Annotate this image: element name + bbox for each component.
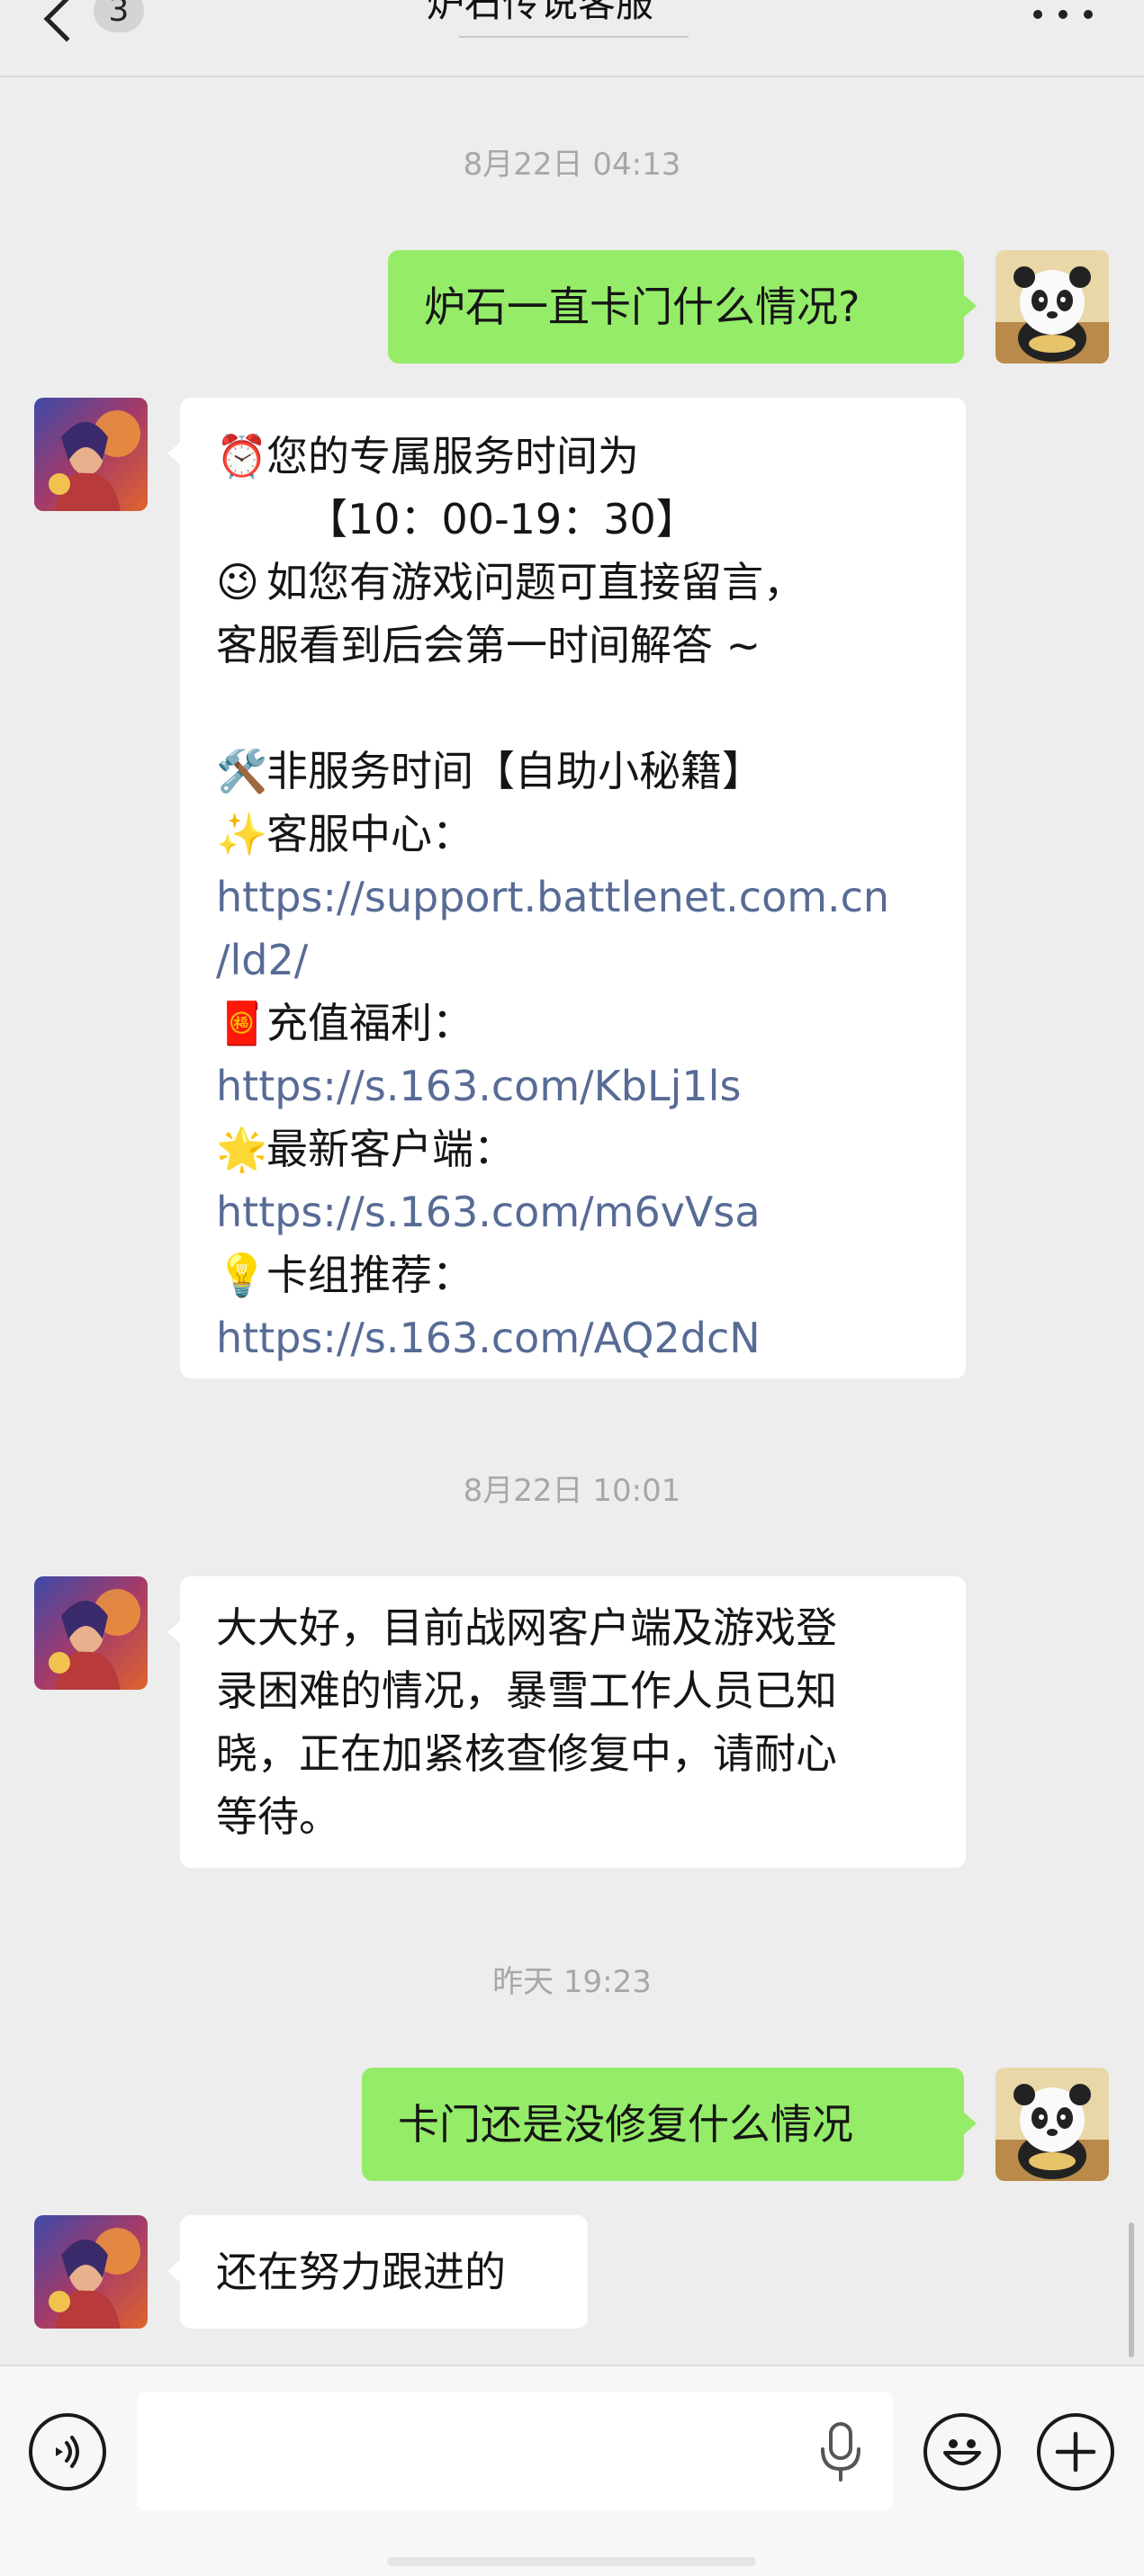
back-button[interactable]: 3 [36,0,162,49]
message-line: 大大好，目前战网客户端及游戏登 [216,1603,837,1652]
chat-screen: 3 炉石传说客服 8月22日 04:13 炉石一直卡门什么情况? ⏰您的专属服务… [0,0,1144,2576]
timestamp: 昨天 19:23 [492,1964,652,2000]
deck-recommendation-link[interactable]: https://s.163.com/AQ2dcN [216,1306,930,1369]
emoji-button[interactable] [923,2413,1001,2491]
message-text: 还在努力跟进的 [216,2248,506,2296]
outgoing-message[interactable]: 卡门还是没修复什么情况 [362,2068,977,2181]
tools-icon: 🛠️ [216,747,268,795]
voice-button[interactable] [29,2413,106,2491]
message-line: 😉 如您有游戏问题可直接留言， [216,551,930,614]
message-line: 录困难的情况，暴雪工作人员已知 [216,1666,837,1715]
alarm-clock-icon: ⏰ [216,432,268,480]
message-line: ⏰您的专属服务时间为 [216,425,930,488]
star-icon: 🌟 [216,1125,268,1173]
message-spacer [216,677,930,740]
recharge-link[interactable]: https://s.163.com/KbLj1ls [216,1055,930,1117]
plus-button[interactable] [1037,2413,1114,2491]
message-line: 【10：00-19：30】 [306,495,698,543]
home-indicator[interactable] [387,2557,756,2566]
input-bar [0,2365,1144,2576]
message-line: 等待。 [216,1792,340,1841]
hero-avatar[interactable] [34,398,148,511]
wink-face-icon: 😉 [216,558,259,606]
message-line: 晓，正在加紧核查修复中，请耐心 [216,1729,837,1778]
message-line: ✨客服中心： [216,803,930,866]
chat-title: 炉石传说客服 [426,0,653,25]
hero-avatar-icon [34,2215,148,2329]
message-line: 🌟最新客户端： [216,1117,930,1180]
outgoing-message[interactable]: 炉石一直卡门什么情况? [388,250,977,364]
message-input[interactable] [137,2392,893,2510]
title-underline [459,36,689,38]
support-link[interactable]: https://support.battlenet.com.cn [216,866,930,929]
back-chevron-icon [43,0,90,42]
support-link-continued[interactable]: /ld2/ [216,929,930,992]
message-text: 炉石一直卡门什么情况? [424,283,860,331]
plus-icon [1055,2431,1096,2473]
panda-avatar[interactable] [995,2068,1109,2181]
message-text: 卡门还是没修复什么情况 [398,2100,853,2149]
panda-avatar[interactable] [995,250,1109,364]
emoji-icon [943,2439,981,2465]
hero-avatar-icon [34,398,148,511]
incoming-message[interactable]: 还在努力跟进的 [167,2215,588,2329]
hero-avatar-icon [34,1576,148,1690]
light-bulb-icon: 💡 [216,1251,268,1299]
client-download-link[interactable]: https://s.163.com/m6vVsa [216,1180,930,1243]
message-line: 🛠️非服务时间【自助小秘籍】 [216,740,930,803]
message-line: 客服看到后会第一时间解答 ~ [216,621,761,669]
incoming-message[interactable]: 大大好，目前战网客户端及游戏登 录困难的情况，暴雪工作人员已知 晓，正在加紧核查… [167,1576,966,1868]
panda-avatar-icon [995,2068,1109,2181]
sparkles-icon: ✨ [216,810,268,858]
red-envelope-icon: 🧧 [216,999,268,1047]
hero-avatar[interactable] [34,2215,148,2329]
unread-badge: 3 [94,0,144,32]
timestamp: 8月22日 10:01 [463,1473,681,1509]
message-line: 💡卡组推荐： [216,1243,930,1306]
more-button[interactable] [1033,5,1093,23]
timestamp: 8月22日 04:13 [463,147,681,183]
message-line: 🧧充值福利： [216,992,930,1055]
incoming-message[interactable]: ⏰您的专属服务时间为 【10：00-19：30】 😉 如您有游戏问题可直接留言， … [167,398,966,1378]
panda-avatar-icon [995,250,1109,364]
voice-icon [56,2436,79,2468]
top-bar: 3 炉石传说客服 [0,0,1144,77]
mic-icon[interactable] [815,2420,866,2483]
more-icon [1033,10,1042,19]
hero-avatar[interactable] [34,1576,148,1690]
scrollbar[interactable] [1129,2222,1134,2357]
